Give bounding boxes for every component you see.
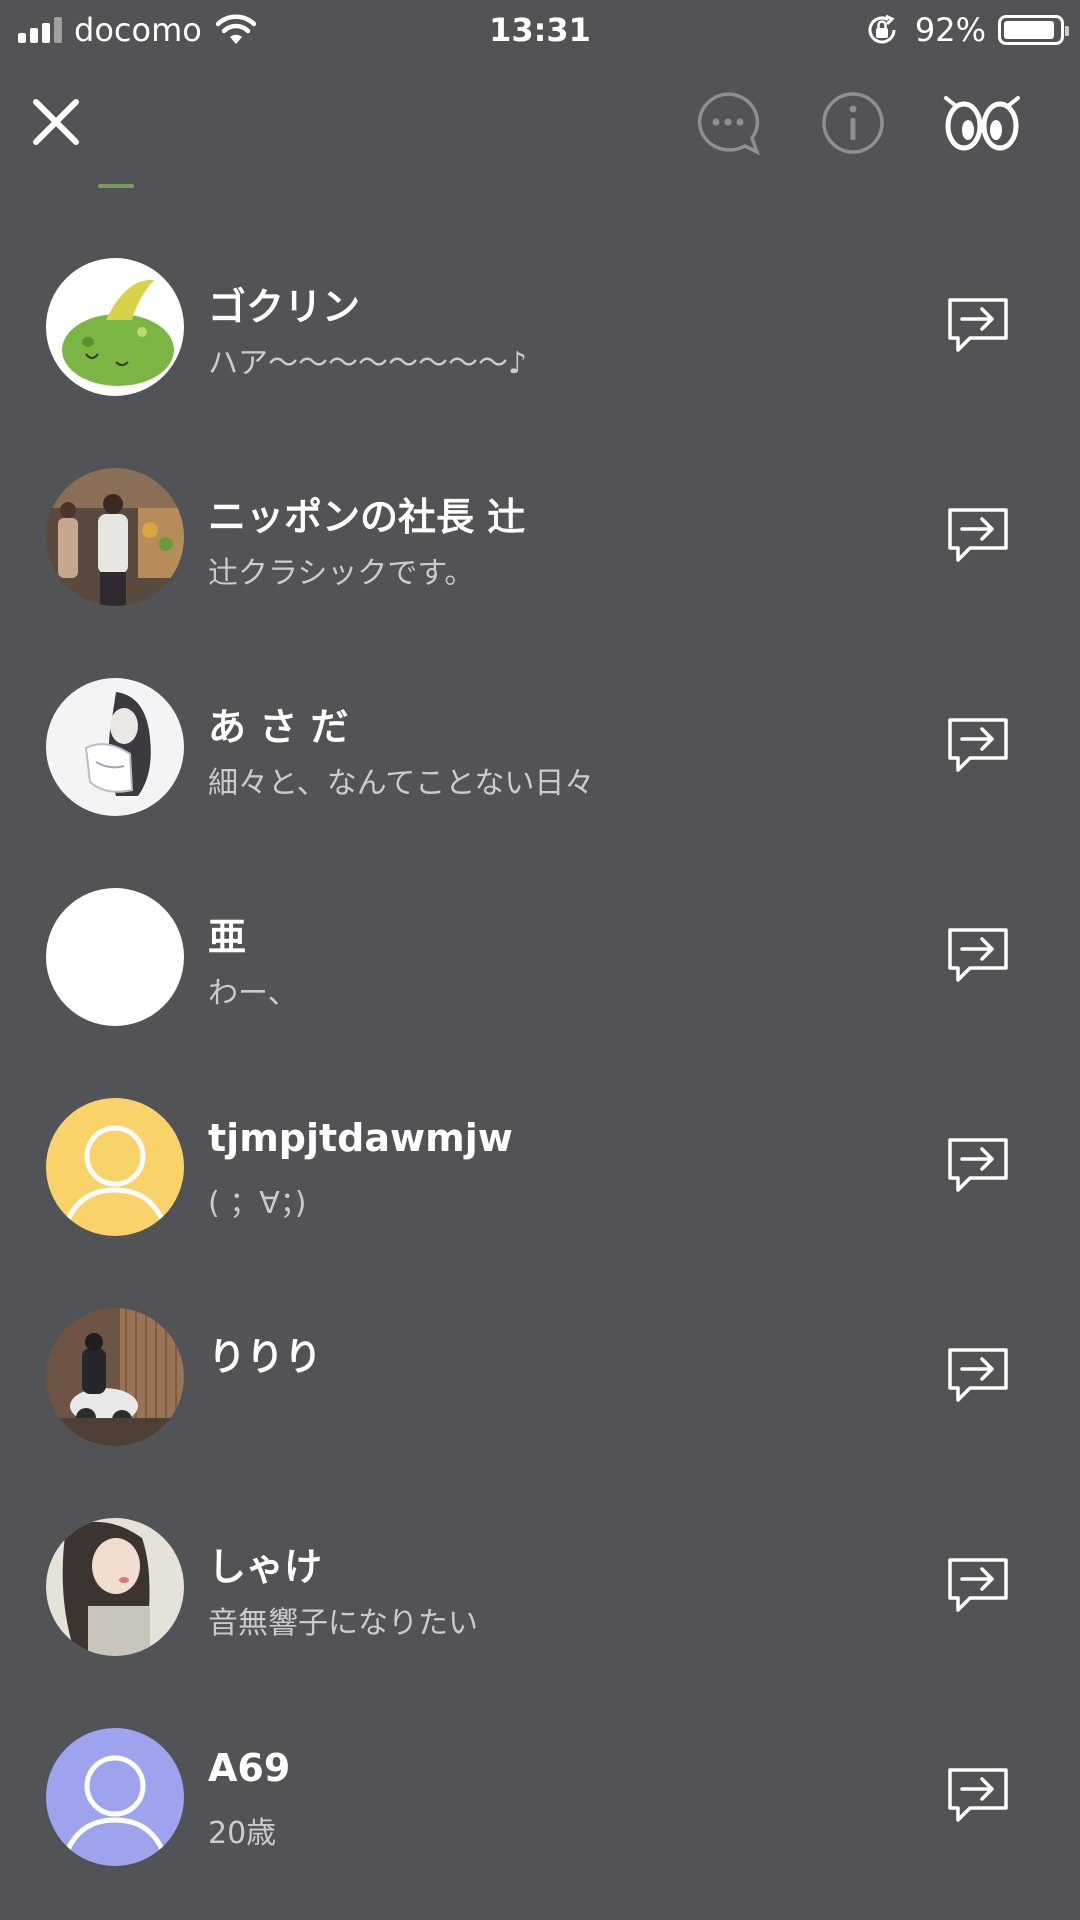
avatar-image xyxy=(46,1518,184,1656)
photo-avatar[interactable] xyxy=(46,1518,184,1656)
list-item[interactable]: ニッポンの社長 辻 辻クラシックです。 xyxy=(0,430,1080,640)
info-icon xyxy=(822,92,884,154)
share-arrow-icon xyxy=(948,928,1008,982)
list-item[interactable]: りりり xyxy=(0,1270,1080,1480)
friend-list[interactable]: ゴクリン ハア〜〜〜〜〜〜〜〜♪ ニッポンの社長 辻 辻クラシックです。 あ さ… xyxy=(0,220,1080,1900)
friend-status: 音無響子になりたい xyxy=(208,1606,478,1641)
green-blob-avatar[interactable] xyxy=(46,258,184,396)
list-item[interactable]: A69 20歳 xyxy=(0,1690,1080,1900)
friend-status: 20歳 xyxy=(208,1816,277,1851)
share-button[interactable] xyxy=(946,1136,1010,1196)
photo-avatar[interactable] xyxy=(46,1308,184,1446)
share-button[interactable] xyxy=(946,926,1010,986)
share-button[interactable] xyxy=(946,1766,1010,1826)
share-arrow-icon xyxy=(948,718,1008,772)
friend-status: わー、 xyxy=(208,976,298,1011)
friend-name: しゃけ xyxy=(208,1545,323,1589)
share-arrow-icon xyxy=(948,1768,1008,1822)
list-item[interactable]: ゴクリン ハア〜〜〜〜〜〜〜〜♪ xyxy=(0,220,1080,430)
share-arrow-icon xyxy=(948,508,1008,562)
share-button[interactable] xyxy=(946,296,1010,356)
share-arrow-icon xyxy=(948,1558,1008,1612)
friend-name: ゴクリン xyxy=(208,285,361,329)
rotation-lock-icon xyxy=(868,14,896,44)
share-arrow-icon xyxy=(948,298,1008,352)
battery-percent: 92% xyxy=(914,11,986,49)
share-arrow-icon xyxy=(948,1138,1008,1192)
friend-name: A69 xyxy=(208,1746,291,1790)
close-button[interactable] xyxy=(24,90,88,154)
battery-fill xyxy=(1004,21,1054,39)
status-right: 92% xyxy=(865,8,1069,52)
friend-name: 亜 xyxy=(208,915,247,959)
eyes-icon xyxy=(944,96,1020,151)
avatar-image xyxy=(46,1098,184,1236)
friend-status: 細々と、なんてことない日々 xyxy=(208,766,595,801)
share-arrow-icon xyxy=(948,1348,1008,1402)
friend-name: りりり xyxy=(208,1335,323,1379)
friend-name: tjmpjtdawmjw xyxy=(208,1116,513,1160)
friend-status: 辻クラシックです。 xyxy=(208,556,475,591)
default-lavender-avatar[interactable] xyxy=(46,1728,184,1866)
status-bar: docomo 13:31 92% xyxy=(0,0,1080,60)
friend-status: ( ；∀；) xyxy=(208,1186,307,1221)
list-item[interactable]: tjmpjtdawmjw ( ；∀；) xyxy=(0,1060,1080,1270)
chat-button[interactable] xyxy=(693,90,763,156)
share-button[interactable] xyxy=(946,1346,1010,1406)
screen: docomo 13:31 92% ゴクリン ハア〜〜〜〜〜〜〜〜♪ ニッポンの社… xyxy=(0,0,1080,1920)
avatar-image xyxy=(46,468,184,606)
top-bar xyxy=(0,70,1080,170)
friend-status: ハア〜〜〜〜〜〜〜〜♪ xyxy=(208,346,528,381)
avatar-image xyxy=(46,888,184,1026)
list-item[interactable]: あ さ だ 細々と、なんてことない日々 xyxy=(0,640,1080,850)
avatar-image xyxy=(46,258,184,396)
eyes-button[interactable] xyxy=(942,90,1022,156)
share-button[interactable] xyxy=(946,716,1010,776)
list-item[interactable]: 亜 わー、 xyxy=(0,850,1080,1060)
avatar-image xyxy=(46,1728,184,1866)
share-button[interactable] xyxy=(946,1556,1010,1616)
illustration-avatar[interactable] xyxy=(46,678,184,816)
friend-name: あ さ だ xyxy=(208,705,349,749)
blank-avatar[interactable] xyxy=(46,888,184,1026)
photo-avatar[interactable] xyxy=(46,468,184,606)
default-yellow-avatar[interactable] xyxy=(46,1098,184,1236)
info-button[interactable] xyxy=(820,90,886,156)
list-item[interactable]: しゃけ 音無響子になりたい xyxy=(0,1480,1080,1690)
scroll-hint xyxy=(98,184,134,188)
battery-icon xyxy=(998,15,1069,45)
avatar-image xyxy=(46,1308,184,1446)
share-button[interactable] xyxy=(946,506,1010,566)
friend-name: ニッポンの社長 辻 xyxy=(208,495,526,539)
chat-icon xyxy=(697,92,761,156)
avatar-image xyxy=(46,678,184,816)
close-icon xyxy=(33,99,79,145)
